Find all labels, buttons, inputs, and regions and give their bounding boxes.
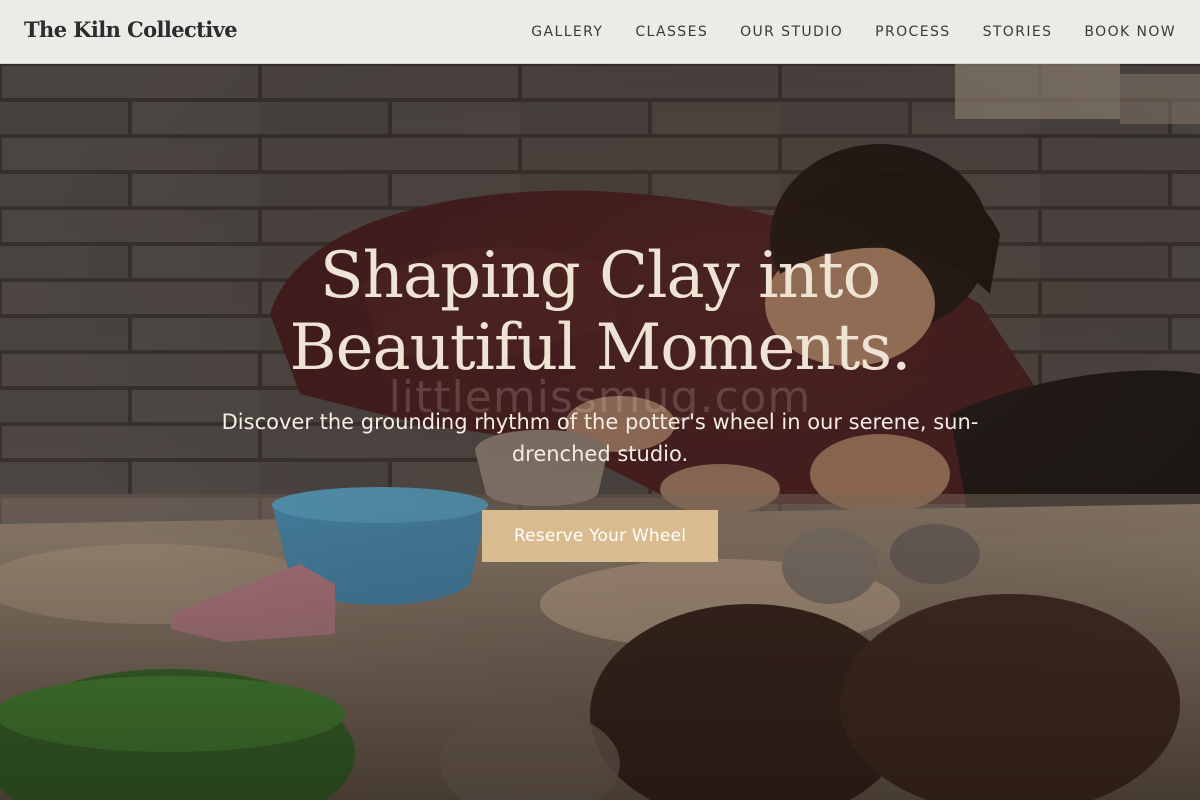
nav-our-studio[interactable]: OUR STUDIO <box>740 24 843 40</box>
nav-gallery[interactable]: GALLERY <box>531 24 603 40</box>
hero-heading-line-2: Beautiful Moments. <box>289 311 912 385</box>
main-nav: GALLERY CLASSES OUR STUDIO PROCESS STORI… <box>531 0 1176 64</box>
hero-heading: Shaping Clay into Beautiful Moments. <box>150 240 1050 384</box>
brand-logo[interactable]: The Kiln Collective <box>24 17 238 42</box>
hero-content: littlemissmug.com Shaping Clay into Beau… <box>0 64 1200 800</box>
nav-stories[interactable]: STORIES <box>983 24 1053 40</box>
hero-section: littlemissmug.com Shaping Clay into Beau… <box>0 64 1200 800</box>
hero-heading-line-1: Shaping Clay into <box>319 239 881 313</box>
hero-subtitle: Discover the grounding rhythm of the pot… <box>221 410 979 466</box>
reserve-wheel-button[interactable]: Reserve Your Wheel <box>482 510 718 562</box>
nav-process[interactable]: PROCESS <box>875 24 950 40</box>
nav-book-now[interactable]: BOOK NOW <box>1084 24 1176 40</box>
site-header: The Kiln Collective GALLERY CLASSES OUR … <box>0 0 1200 64</box>
nav-classes[interactable]: CLASSES <box>635 24 708 40</box>
